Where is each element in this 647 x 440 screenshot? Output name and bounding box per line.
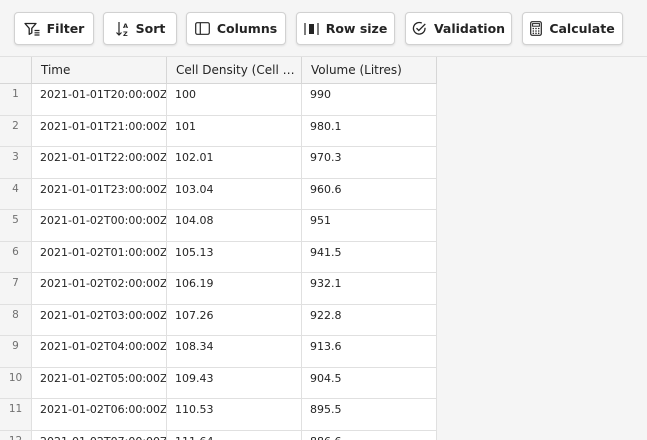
table-row[interactable]: 6 2021-01-02T01:00:00Z 105.13 941.5 — [0, 241, 437, 273]
volume-cell[interactable]: 980.1 — [302, 115, 437, 146]
time-cell[interactable]: 2021-01-01T23:00:00Z — [32, 178, 167, 209]
toolbar: Filter AZ Sort Columns Row size Validati… — [0, 0, 647, 57]
time-cell[interactable]: 2021-01-02T03:00:00Z — [32, 304, 167, 335]
time-cell[interactable]: 2021-01-02T04:00:00Z — [32, 336, 167, 367]
svg-text:A: A — [123, 22, 128, 30]
row-index: 10 — [0, 367, 32, 398]
data-grid: Time Cell Density (Cell C... Volume (Lit… — [0, 57, 437, 440]
cell-density-cell[interactable]: 103.04 — [167, 178, 302, 209]
table-row[interactable]: 8 2021-01-02T03:00:00Z 107.26 922.8 — [0, 304, 437, 336]
volume-cell[interactable]: 960.6 — [302, 178, 437, 209]
time-cell[interactable]: 2021-01-02T01:00:00Z — [32, 241, 167, 272]
row-index: 2 — [0, 115, 32, 146]
cell-density-cell[interactable]: 109.43 — [167, 367, 302, 398]
cell-density-cell[interactable]: 104.08 — [167, 210, 302, 241]
validation-label: Validation — [433, 21, 506, 36]
row-index: 11 — [0, 399, 32, 430]
empty-canvas-area — [437, 57, 647, 440]
cell-density-cell[interactable]: 102.01 — [167, 147, 302, 178]
row-index: 9 — [0, 336, 32, 367]
column-header-volume[interactable]: Volume (Litres) — [302, 57, 437, 83]
row-index: 12 — [0, 430, 32, 440]
row-index: 3 — [0, 147, 32, 178]
table-row[interactable]: 10 2021-01-02T05:00:00Z 109.43 904.5 — [0, 367, 437, 399]
volume-cell[interactable]: 904.5 — [302, 367, 437, 398]
volume-cell[interactable]: 886.6 — [302, 430, 437, 440]
row-index: 7 — [0, 273, 32, 304]
volume-cell[interactable]: 932.1 — [302, 273, 437, 304]
row-index: 6 — [0, 241, 32, 272]
time-cell[interactable]: 2021-01-01T22:00:00Z — [32, 147, 167, 178]
table-row[interactable]: 9 2021-01-02T04:00:00Z 108.34 913.6 — [0, 336, 437, 368]
table-row[interactable]: 7 2021-01-02T02:00:00Z 106.19 932.1 — [0, 273, 437, 305]
column-header-cell-density[interactable]: Cell Density (Cell C... — [167, 57, 302, 83]
cell-density-cell[interactable]: 100 — [167, 84, 302, 115]
row-index: 5 — [0, 210, 32, 241]
table-row[interactable]: 11 2021-01-02T06:00:00Z 110.53 895.5 — [0, 399, 437, 431]
filter-button[interactable]: Filter — [14, 12, 94, 45]
table-row[interactable]: 122021-01-02T07:00:00Z111.64886.6 — [0, 430, 437, 440]
time-cell[interactable]: 2021-01-02T07:00:00Z — [32, 430, 167, 440]
time-cell[interactable]: 2021-01-01T20:00:00Z — [32, 84, 167, 115]
row-index: 8 — [0, 304, 32, 335]
filter-label: Filter — [46, 21, 85, 36]
calculator-icon — [530, 21, 543, 36]
volume-cell[interactable]: 941.5 — [302, 241, 437, 272]
columns-button[interactable]: Columns — [186, 12, 286, 45]
row-size-icon — [304, 22, 319, 36]
volume-cell[interactable]: 951 — [302, 210, 437, 241]
columns-icon — [194, 22, 210, 35]
sort-icon: AZ — [115, 21, 129, 37]
sort-button[interactable]: AZ Sort — [103, 12, 177, 45]
filter-icon — [23, 22, 40, 36]
time-cell[interactable]: 2021-01-02T00:00:00Z — [32, 210, 167, 241]
column-header-time[interactable]: Time — [32, 57, 167, 83]
cell-density-cell[interactable]: 107.26 — [167, 304, 302, 335]
grid-rows: 1 2021-01-01T20:00:00Z 100 990 2 2021-01-01T… — [0, 84, 437, 440]
volume-cell[interactable]: 922.8 — [302, 304, 437, 335]
cell-density-cell[interactable]: 110.53 — [167, 399, 302, 430]
svg-text:Z: Z — [123, 30, 128, 37]
table-row[interactable]: 4 2021-01-01T23:00:00Z 103.04 960.6 — [0, 178, 437, 210]
time-cell[interactable]: 2021-01-02T06:00:00Z — [32, 399, 167, 430]
table-row[interactable]: 1 2021-01-01T20:00:00Z 100 990 — [0, 84, 437, 116]
cell-density-cell[interactable]: 111.64 — [167, 430, 302, 440]
grid-header: Time Cell Density (Cell C... Volume (Lit… — [0, 57, 437, 84]
validation-button[interactable]: Validation — [405, 12, 512, 45]
row-size-label: Row size — [325, 21, 388, 36]
table-row[interactable]: 5 2021-01-02T00:00:00Z 104.08 951 — [0, 210, 437, 242]
time-cell[interactable]: 2021-01-01T21:00:00Z — [32, 115, 167, 146]
row-index-header — [0, 57, 32, 83]
volume-cell[interactable]: 970.3 — [302, 147, 437, 178]
table-row[interactable]: 2 2021-01-01T21:00:00Z 101 980.1 — [0, 115, 437, 147]
row-index: 4 — [0, 178, 32, 209]
cell-density-cell[interactable]: 101 — [167, 115, 302, 146]
row-index: 1 — [0, 84, 32, 115]
table-row[interactable]: 3 2021-01-01T22:00:00Z 102.01 970.3 — [0, 147, 437, 179]
columns-label: Columns — [216, 21, 278, 36]
validation-icon — [412, 21, 427, 36]
cell-density-cell[interactable]: 108.34 — [167, 336, 302, 367]
volume-cell[interactable]: 990 — [302, 84, 437, 115]
cell-density-cell[interactable]: 105.13 — [167, 241, 302, 272]
calculate-label: Calculate — [549, 21, 615, 36]
row-size-button[interactable]: Row size — [296, 12, 395, 45]
time-cell[interactable]: 2021-01-02T05:00:00Z — [32, 367, 167, 398]
sort-label: Sort — [135, 21, 166, 36]
calculate-button[interactable]: Calculate — [522, 12, 623, 45]
volume-cell[interactable]: 913.6 — [302, 336, 437, 367]
volume-cell[interactable]: 895.5 — [302, 399, 437, 430]
cell-density-cell[interactable]: 106.19 — [167, 273, 302, 304]
time-cell[interactable]: 2021-01-02T02:00:00Z — [32, 273, 167, 304]
